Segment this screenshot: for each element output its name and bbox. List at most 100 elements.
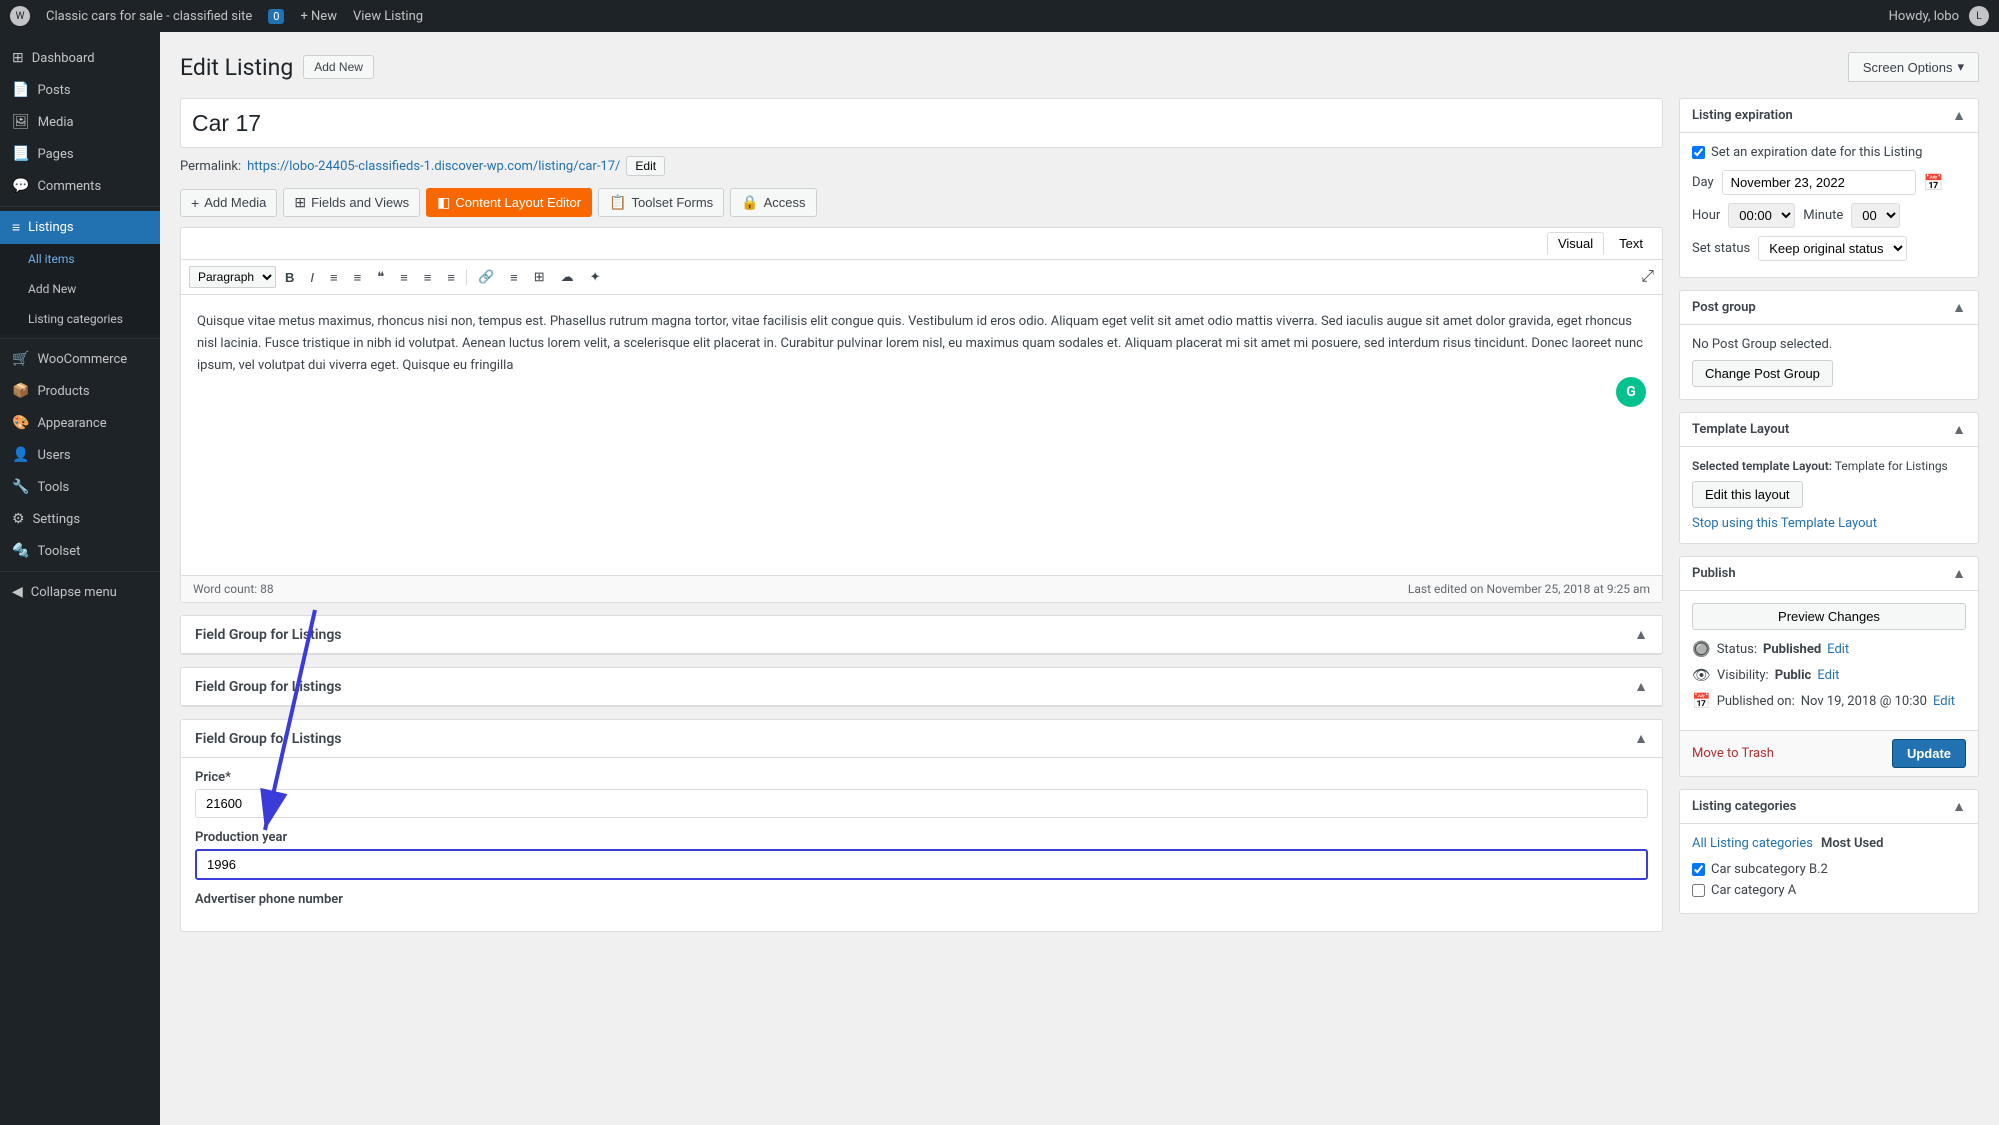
edit-layout-button[interactable]: Edit this layout: [1692, 481, 1803, 508]
unordered-list-button[interactable]: ≡: [323, 266, 345, 289]
format-divider: [466, 269, 467, 285]
preview-changes-button[interactable]: Preview Changes: [1692, 603, 1966, 630]
sidebar-item-users[interactable]: 👤 Users: [0, 439, 160, 471]
new-link[interactable]: + New: [300, 9, 337, 24]
view-listing-link[interactable]: View Listing: [353, 9, 423, 24]
permalink-edit-button[interactable]: Edit: [626, 156, 665, 176]
publish-chevron: ▲: [1952, 565, 1966, 582]
sidebar-item-all-items[interactable]: All items: [0, 244, 160, 274]
listing-expiration-header[interactable]: Listing expiration ▲: [1680, 99, 1978, 133]
sidebar-item-tools[interactable]: 🔧 Tools: [0, 471, 160, 503]
format-btn-5[interactable]: ⊞: [527, 265, 552, 289]
sidebar-item-dashboard[interactable]: ⊞ Dashboard: [0, 42, 160, 74]
comments-link[interactable]: 0: [268, 9, 284, 24]
permalink-url[interactable]: https://lobo-24405-classifieds-1.discove…: [247, 159, 620, 174]
field-group-3-header[interactable]: Field Group for Listings ▲: [181, 720, 1662, 758]
field-group-2-header[interactable]: Field Group for Listings ▲: [181, 668, 1662, 706]
toolset-forms-button[interactable]: 📋 Toolset Forms: [598, 188, 724, 217]
add-new-button[interactable]: Add New: [303, 55, 374, 79]
category-checkbox-1[interactable]: [1692, 863, 1705, 876]
sidebar-item-settings[interactable]: ⚙ Settings: [0, 503, 160, 535]
align-center-button[interactable]: ≡: [417, 266, 439, 289]
bold-button[interactable]: B: [278, 266, 301, 289]
text-tab[interactable]: Text: [1608, 232, 1654, 255]
sidebar-item-woocommerce[interactable]: 🛒 WooCommerce: [0, 343, 160, 375]
categories-tabs: All Listing categories Most Used: [1692, 836, 1966, 851]
content-layout-button[interactable]: ◧ Content Layout Editor: [426, 188, 592, 217]
paragraph-select[interactable]: Paragraph: [189, 266, 276, 288]
format-btn-4[interactable]: ≡: [503, 266, 525, 289]
published-label: Published on:: [1717, 694, 1795, 709]
add-media-button[interactable]: + Add Media: [180, 189, 277, 217]
sidebar-item-posts[interactable]: 📄 Posts: [0, 74, 160, 106]
day-input[interactable]: [1722, 170, 1916, 195]
post-group-header[interactable]: Post group ▲: [1680, 291, 1978, 325]
expiration-checkbox[interactable]: [1692, 146, 1705, 159]
format-btn-7[interactable]: ✦: [583, 265, 608, 289]
sidebar-item-pages[interactable]: 📃 Pages: [0, 138, 160, 170]
post-title-input[interactable]: [180, 98, 1663, 148]
sidebar-item-toolset[interactable]: 🔩 Toolset: [0, 535, 160, 567]
status-row: 🔘 Status: Published Edit: [1692, 640, 1966, 658]
category-checkbox-2[interactable]: [1692, 884, 1705, 897]
sidebar-item-add-new[interactable]: Add New: [0, 274, 160, 304]
field-group-1-title: Field Group for Listings: [195, 627, 342, 643]
hour-select[interactable]: 00:00: [1728, 203, 1795, 228]
visual-tab[interactable]: Visual: [1547, 232, 1604, 255]
format-bar: Paragraph B I ≡ ≡ ❝ ≡ ≡ ≡ 🔗 ≡ ⊞: [181, 260, 1662, 295]
sidebar-item-listings[interactable]: ≡ Listings: [0, 211, 160, 244]
sidebar-label-appearance: Appearance: [37, 416, 106, 431]
set-status-select[interactable]: Keep original status: [1758, 236, 1907, 261]
fields-views-button[interactable]: ⊞ Fields and Views: [283, 188, 420, 217]
user-avatar[interactable]: L: [1969, 6, 1989, 26]
sidebar-label-pages: Pages: [37, 147, 73, 162]
site-name[interactable]: Classic cars for sale - classified site: [46, 9, 252, 24]
sidebar-item-listing-categories[interactable]: Listing categories: [0, 304, 160, 334]
sidebar-item-collapse[interactable]: ◀ Collapse menu: [0, 576, 160, 608]
fields-views-icon: ⊞: [294, 194, 306, 211]
wp-logo[interactable]: W: [10, 6, 30, 26]
calendar-icon[interactable]: 📅: [1924, 173, 1944, 192]
minute-select[interactable]: 00: [1851, 203, 1900, 228]
move-to-trash-link[interactable]: Move to Trash: [1692, 746, 1774, 761]
editor-content[interactable]: Quisque vitae metus maximus, rhoncus nis…: [181, 295, 1662, 575]
listing-categories-header[interactable]: Listing categories ▲: [1680, 790, 1978, 824]
format-btn-6[interactable]: ☁: [554, 265, 581, 289]
publish-header[interactable]: Publish ▲: [1680, 557, 1978, 591]
sidebar-item-comments[interactable]: 💬 Comments: [0, 170, 160, 202]
align-left-button[interactable]: ≡: [393, 266, 415, 289]
visibility-row: 👁 Visibility: Public Edit: [1692, 666, 1966, 684]
visibility-edit-link[interactable]: Edit: [1817, 668, 1839, 683]
link-button[interactable]: 🔗: [471, 265, 501, 289]
status-edit-link[interactable]: Edit: [1827, 642, 1849, 657]
all-categories-tab[interactable]: All Listing categories: [1692, 836, 1813, 851]
italic-button[interactable]: I: [303, 266, 321, 289]
align-right-button[interactable]: ≡: [440, 266, 462, 289]
sidebar-item-media[interactable]: 🖼 Media: [0, 106, 160, 138]
field-group-1-header[interactable]: Field Group for Listings ▲: [181, 616, 1662, 654]
fullscreen-button[interactable]: ⤢: [1641, 268, 1654, 286]
posts-icon: 📄: [12, 82, 29, 98]
access-button[interactable]: 🔒 Access: [730, 188, 816, 217]
sidebar-item-products[interactable]: 📦 Products: [0, 375, 160, 407]
screen-options-chevron: ▾: [1957, 59, 1964, 75]
greengeeks-icon[interactable]: G: [1616, 377, 1646, 407]
stop-template-link[interactable]: Stop using this Template Layout: [1692, 516, 1877, 531]
ordered-list-button[interactable]: ≡: [347, 266, 369, 289]
template-layout-header[interactable]: Template Layout ▲: [1680, 413, 1978, 447]
sidebar-item-appearance[interactable]: 🎨 Appearance: [0, 407, 160, 439]
listing-expiration-chevron: ▲: [1952, 107, 1966, 124]
field-group-1: Field Group for Listings ▲: [180, 615, 1663, 655]
sidebar-label-products: Products: [37, 384, 89, 399]
price-input[interactable]: [195, 789, 1648, 818]
change-group-button[interactable]: Change Post Group: [1692, 360, 1833, 387]
screen-options-button[interactable]: Screen Options ▾: [1848, 52, 1979, 82]
production-year-input[interactable]: [195, 849, 1648, 880]
blockquote-button[interactable]: ❝: [370, 265, 391, 289]
update-button[interactable]: Update: [1892, 739, 1966, 768]
sidebar-label-tools: Tools: [37, 480, 69, 495]
access-icon: 🔒: [741, 194, 758, 211]
published-edit-link[interactable]: Edit: [1933, 694, 1955, 709]
screen-options-label: Screen Options: [1863, 60, 1953, 75]
most-used-tab[interactable]: Most Used: [1821, 836, 1884, 851]
